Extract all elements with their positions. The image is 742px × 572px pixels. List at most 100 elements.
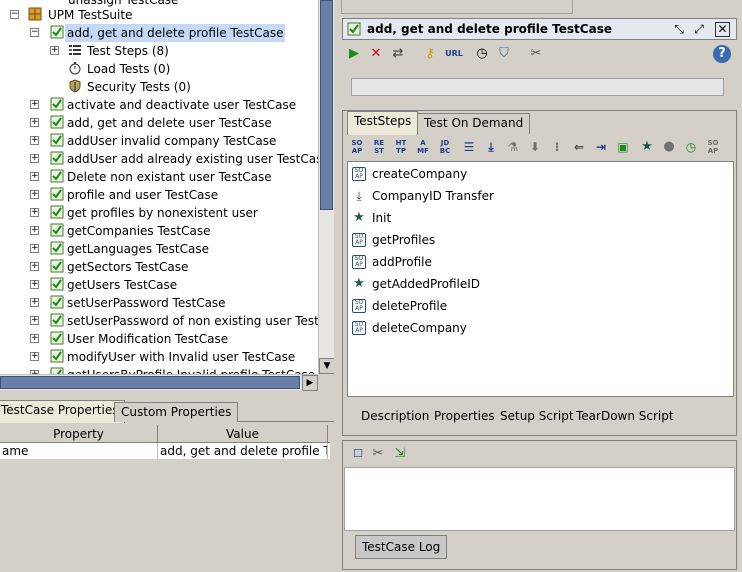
minimize-icon[interactable]: ⤡ xyxy=(670,20,688,38)
expand-icon[interactable]: + xyxy=(30,136,39,145)
datasink-icon[interactable]: ⇥ xyxy=(593,139,609,155)
expand-icon[interactable]: + xyxy=(30,118,39,127)
groovy-star-icon: ★ xyxy=(352,210,366,225)
properties-header: Property Value xyxy=(0,425,330,443)
tree-testcase-label: setUserPassword TestCase xyxy=(67,296,226,310)
tab-description[interactable]: Description xyxy=(361,409,429,423)
groovy-star-icon[interactable]: ★ xyxy=(639,139,655,155)
teststep-label: Init xyxy=(372,211,392,225)
tree-horizontal-scrollbar[interactable]: ▶ xyxy=(0,374,318,391)
shield-icon xyxy=(69,79,81,93)
add-http-step-icon[interactable]: HT TP xyxy=(393,139,409,155)
column-header-property[interactable]: Property xyxy=(0,425,158,442)
scroll-thumb[interactable] xyxy=(0,376,300,389)
expand-icon[interactable]: + xyxy=(30,244,39,253)
stopwatch-icon[interactable]: ◷ xyxy=(473,45,491,63)
export-log-icon[interactable]: ⇲ xyxy=(391,445,409,463)
expand-icon[interactable]: + xyxy=(30,280,39,289)
scroll-right-icon[interactable]: ▶ xyxy=(302,375,318,391)
expand-icon[interactable]: + xyxy=(30,226,39,235)
expand-icon[interactable]: + xyxy=(30,352,39,361)
testcase-title: add, get and delete profile TestCase xyxy=(367,22,612,36)
column-header-value[interactable]: Value xyxy=(158,425,328,442)
property-transfer-icon: ⤓ xyxy=(352,189,366,203)
testcase-check-icon xyxy=(50,187,64,201)
tree-vertical-scrollbar[interactable]: ▼ xyxy=(318,0,335,374)
soap-request-icon: SO AP xyxy=(352,167,366,181)
pane-splitter[interactable] xyxy=(334,0,341,572)
run-icon[interactable]: ▶ xyxy=(345,45,363,63)
add-soap-mock-icon[interactable]: SO AP xyxy=(705,139,721,155)
tab-testcase-log[interactable]: TestCase Log xyxy=(355,535,448,559)
datagen-icon[interactable]: ▣ xyxy=(615,139,631,155)
tree-testcase-label: profile and user TestCase xyxy=(67,188,219,202)
conditional-goto-icon[interactable]: ⚗ xyxy=(505,139,521,155)
key-icon[interactable]: ⚷ xyxy=(421,45,439,63)
add-soap-step-icon[interactable]: SO AP xyxy=(349,139,365,155)
project-tree[interactable]: unassign TestCase − UPM TestSuite − add,… xyxy=(0,0,318,374)
properties-tabs: TestCase Properties Custom Properties xyxy=(0,400,334,423)
teststep-label: getAddedProfileID xyxy=(372,277,481,291)
table-row[interactable]: ame add, get and delete profile Te... xyxy=(0,443,330,459)
maximize-icon[interactable]: ⤢ xyxy=(690,20,708,38)
tree-testcase-selected[interactable]: − add, get and delete profile TestCase xyxy=(30,24,318,42)
tree-child-label: Test Steps (8) xyxy=(87,44,169,58)
delay-clock-icon[interactable]: ◷ xyxy=(683,139,699,155)
property-value-cell[interactable]: add, get and delete profile Te... xyxy=(158,443,328,459)
run-testcase-step-icon[interactable]: ⬇ xyxy=(527,139,543,155)
groovy-star-icon: ★ xyxy=(352,276,366,291)
tab-testcase-properties[interactable]: TestCase Properties xyxy=(0,400,126,423)
testcase-titlebar: add, get and delete profile TestCase ⤡ ⤢… xyxy=(342,18,737,40)
teststeps-list[interactable]: SO AP createCompany ⤓ CompanyID Transfer ★ In… xyxy=(347,161,734,397)
expand-icon[interactable]: + xyxy=(30,262,39,271)
tree-suite[interactable]: − UPM TestSuite xyxy=(10,6,310,24)
inspector-tabs: Description Properties Setup Script Tear… xyxy=(349,405,729,427)
tab-teardown-script[interactable]: TearDown Script xyxy=(576,409,674,423)
collapse-icon[interactable]: − xyxy=(10,10,19,19)
shield-icon[interactable]: ⛉ xyxy=(495,45,513,63)
testcase-check-icon xyxy=(50,205,64,219)
tab-test-on-demand[interactable]: Test On Demand xyxy=(417,113,531,134)
tools-icon[interactable]: ✂ xyxy=(369,445,387,463)
source-step-icon[interactable]: ⁝ xyxy=(549,139,565,155)
loop-icon[interactable]: ⇄ xyxy=(389,45,407,63)
teststep-label: createCompany xyxy=(372,167,468,181)
expand-icon[interactable]: + xyxy=(30,190,39,199)
expand-icon[interactable]: + xyxy=(30,172,39,181)
teststep-label: getProfiles xyxy=(372,233,436,247)
add-amf-step-icon[interactable]: A MF xyxy=(415,139,431,155)
properties-step-icon[interactable]: ☰ xyxy=(461,139,477,155)
tree-testcase-label: addUser invalid company TestCase xyxy=(67,134,277,148)
tree-testcase-label: User Modification TestCase xyxy=(67,332,229,346)
cancel-icon[interactable]: ✕ xyxy=(367,45,385,63)
expand-icon[interactable]: + xyxy=(30,100,39,109)
transfer-step-icon[interactable]: ⤓ xyxy=(483,139,499,155)
tab-custom-properties[interactable]: Custom Properties xyxy=(114,402,239,422)
expand-icon[interactable]: + xyxy=(30,298,39,307)
log-output[interactable] xyxy=(344,467,735,531)
scroll-thumb[interactable] xyxy=(320,0,333,210)
collapse-icon[interactable]: − xyxy=(30,28,39,37)
close-icon[interactable]: ✕ xyxy=(715,22,730,37)
expand-icon[interactable]: + xyxy=(30,316,39,325)
tab-properties[interactable]: Properties xyxy=(434,409,495,423)
expand-icon[interactable]: + xyxy=(30,154,39,163)
property-name-cell[interactable]: ame xyxy=(0,443,158,459)
expand-icon[interactable]: + xyxy=(30,208,39,217)
expand-icon[interactable]: + xyxy=(30,334,39,343)
testcase-check-icon xyxy=(50,169,64,183)
clear-log-icon[interactable]: ☐ xyxy=(349,445,367,463)
scroll-down-icon[interactable]: ▼ xyxy=(319,358,335,374)
tree-suite-label: UPM TestSuite xyxy=(48,8,133,22)
add-rest-step-icon[interactable]: RE ST xyxy=(371,139,387,155)
add-jdbc-step-icon[interactable]: JD BC xyxy=(437,139,453,155)
expand-icon[interactable]: + xyxy=(50,46,59,55)
tab-setup-script[interactable]: Setup Script xyxy=(500,409,574,423)
tools-icon[interactable]: ✂ xyxy=(527,45,545,63)
datasource-loop-icon[interactable]: ⇐ xyxy=(571,139,587,155)
soap-request-icon: SO AP xyxy=(352,299,366,313)
help-icon[interactable]: ? xyxy=(713,45,731,63)
mock-response-icon[interactable]: ● xyxy=(661,139,677,155)
tab-teststeps[interactable]: TestSteps xyxy=(347,111,419,135)
url-button[interactable]: URL xyxy=(443,45,465,63)
